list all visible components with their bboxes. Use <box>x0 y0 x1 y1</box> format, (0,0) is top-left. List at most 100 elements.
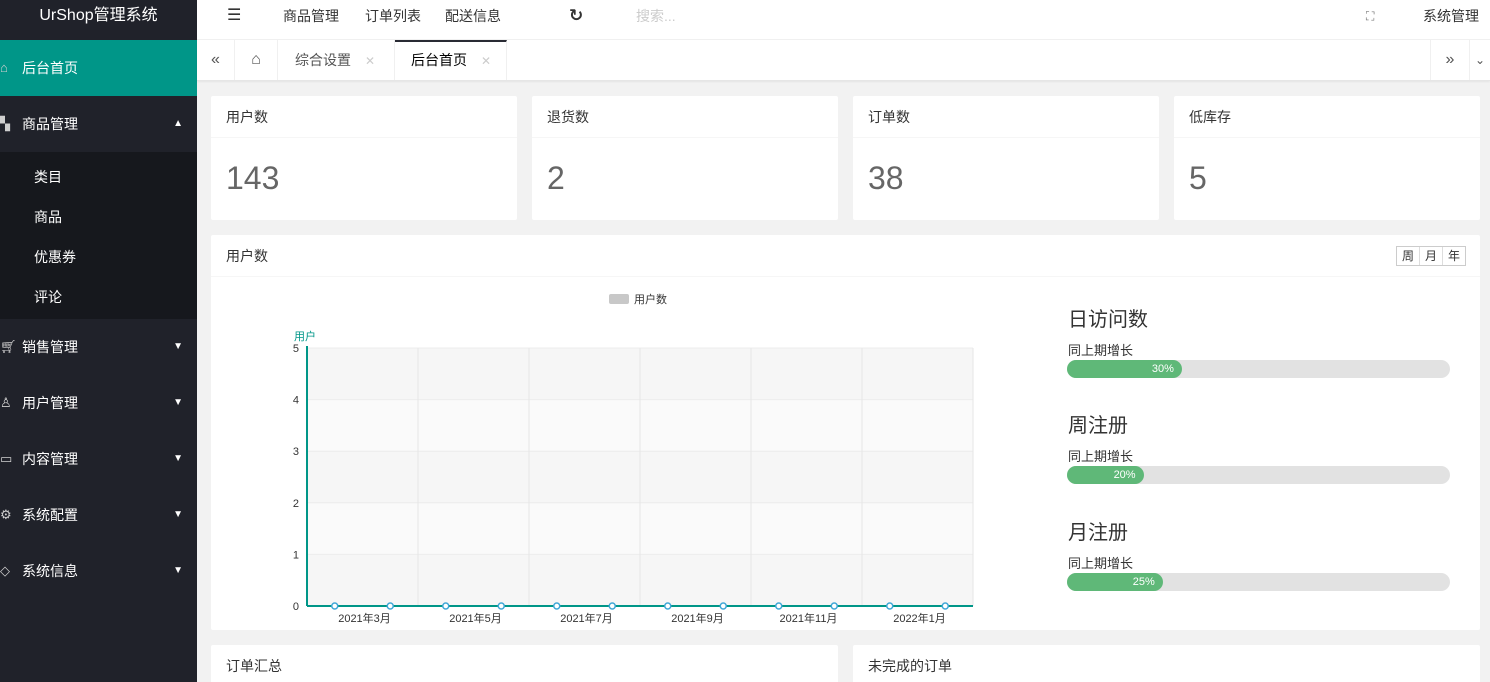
gear-icon: ⚙ <box>0 507 12 522</box>
cart-icon: 🛒︎ <box>0 339 17 354</box>
fullscreen-icon[interactable]: ⛶ <box>1366 0 1374 32</box>
sidebar-item-users[interactable]: ♙ 用户管理 ▼ <box>0 375 197 431</box>
period-week-button[interactable]: 周 <box>1397 247 1420 265</box>
progress-fill: 30% <box>1067 360 1182 378</box>
period-month-button[interactable]: 月 <box>1420 247 1443 265</box>
sidebar-item-sysinfo[interactable]: ◇ 系统信息 ▼ <box>0 543 197 599</box>
search-input[interactable]: 搜索... <box>636 0 676 32</box>
stat-card-returns: 退货数 2 <box>532 96 838 220</box>
sidebar-subitem-category[interactable]: 类目 <box>0 157 197 197</box>
x-tick-label: 2021年9月 <box>671 611 724 625</box>
metric-sub: 同上期增长 <box>1068 343 1134 358</box>
y-tick-label: 1 <box>293 549 299 561</box>
data-point <box>941 602 949 610</box>
chevron-down-icon: ▼ <box>173 341 183 352</box>
panel-title: 订单汇总 <box>211 645 838 682</box>
stat-value: 5 <box>1189 160 1207 196</box>
stat-value: 143 <box>226 160 280 196</box>
data-point <box>719 602 727 610</box>
progress-bar: 30% <box>1067 360 1450 378</box>
y-axis-label: 用户 <box>294 329 316 343</box>
x-tick-label: 2022年1月 <box>893 611 946 625</box>
top-header: ☰ 商品管理 订单列表 配送信息 ↻ 搜索... ⛶ 系统管理员 <box>197 0 1490 56</box>
data-point <box>608 602 616 610</box>
legend-label: 用户数 <box>634 292 667 306</box>
chevron-down-icon: ▼ <box>173 565 183 576</box>
y-tick-label: 2 <box>293 498 299 510</box>
tabs-more-icon[interactable]: ⌄ <box>1470 40 1490 80</box>
stat-value: 38 <box>868 160 904 196</box>
sidebar-item-sales[interactable]: 🛒︎ 销售管理 ▼ <box>0 319 197 375</box>
refresh-icon[interactable]: ↻ <box>569 0 583 32</box>
sidebar-item-label: 商品管理 <box>22 116 78 132</box>
submenu-products: 类目 商品 优惠券 评论 <box>0 152 197 319</box>
metric-title: 日访问数 <box>1068 309 1148 331</box>
sidebar-subitem-coupons[interactable]: 优惠券 <box>0 237 197 277</box>
pending-orders-panel: 未完成的订单 <box>853 645 1480 682</box>
header-nav-orders[interactable]: 订单列表 <box>365 0 421 32</box>
data-point <box>553 602 561 610</box>
metric-sub: 同上期增长 <box>1068 449 1134 464</box>
metric-sub: 同上期增长 <box>1068 556 1134 571</box>
orders-summary-panel: 订单汇总 <box>211 645 838 682</box>
sidebar-item-label: 销售管理 <box>22 339 78 355</box>
sidebar-subitem-goods[interactable]: 商品 <box>0 197 197 237</box>
stat-card-orders: 订单数 38 <box>853 96 1159 220</box>
progress-bar: 20% <box>1067 466 1450 484</box>
data-point <box>386 602 394 610</box>
x-tick-label: 2021年3月 <box>338 611 391 625</box>
x-tick-label: 2021年7月 <box>560 611 613 625</box>
data-point <box>442 602 450 610</box>
user-icon: ♙ <box>0 395 12 410</box>
legend-swatch <box>609 294 629 304</box>
close-icon[interactable]: ✕ <box>365 54 375 68</box>
stat-card-users: 用户数 143 <box>211 96 517 220</box>
progress-fill: 20% <box>1067 466 1144 484</box>
sidebar-item-label: 系统配置 <box>22 507 78 523</box>
sidebar-item-label: 系统信息 <box>22 563 78 579</box>
sidebar-subitem-reviews[interactable]: 评论 <box>0 277 197 317</box>
user-chart-panel: 用户数 周 月 年 用户数 用户 0 1 2 3 4 5 2021年3月 2021年5月 202… <box>211 235 1480 630</box>
y-tick-label: 0 <box>293 601 299 613</box>
menu-toggle-icon[interactable]: ☰ <box>227 0 241 32</box>
tab-label: 后台首页 <box>411 52 467 68</box>
tabs-prev-icon[interactable]: « <box>197 40 235 80</box>
y-tick-label: 5 <box>293 343 299 355</box>
home-icon: ⌂ <box>0 60 8 75</box>
chevron-down-icon: ▼ <box>173 397 183 408</box>
stat-title: 退货数 <box>532 96 838 138</box>
chevron-down-icon: ▼ <box>173 453 183 464</box>
grid-icon: ▚ <box>0 116 10 131</box>
sidebar-item-config[interactable]: ⚙ 系统配置 ▼ <box>0 487 197 543</box>
data-point <box>775 602 783 610</box>
tabs-home-icon[interactable]: ⌂ <box>235 40 278 80</box>
sidebar: UrShop管理系统 ⌂ 后台首页 ▚ 商品管理 ▲ 类目 商品 优惠券 评论 … <box>0 0 197 682</box>
stat-value: 2 <box>547 160 565 196</box>
stat-title: 订单数 <box>853 96 1159 138</box>
tag-icon: ◇ <box>0 563 10 578</box>
header-nav-products[interactable]: 商品管理 <box>283 0 339 32</box>
tab-dashboard[interactable]: 后台首页 ✕ <box>395 40 507 80</box>
panel-title: 未完成的订单 <box>853 645 1480 682</box>
sidebar-item-content[interactable]: ▭ 内容管理 ▼ <box>0 431 197 487</box>
data-point <box>830 602 838 610</box>
x-tick-label: 2021年11月 <box>780 611 838 625</box>
tab-label: 综合设置 <box>295 52 351 68</box>
page-tabs: « ⌂ 综合设置 ✕ 后台首页 ✕ » ⌄ <box>197 40 1490 81</box>
y-tick-label: 4 <box>293 395 299 407</box>
tabs-next-icon[interactable]: » <box>1430 40 1470 80</box>
chevron-down-icon: ▼ <box>173 509 183 520</box>
tab-settings[interactable]: 综合设置 ✕ <box>279 40 395 80</box>
period-year-button[interactable]: 年 <box>1443 247 1465 265</box>
chevron-up-icon: ▲ <box>173 118 183 129</box>
app-logo: UrShop管理系统 <box>0 0 197 40</box>
sidebar-item-dashboard[interactable]: ⌂ 后台首页 <box>0 40 197 96</box>
user-menu[interactable]: 系统管理员 <box>1423 0 1490 56</box>
close-icon[interactable]: ✕ <box>481 54 491 68</box>
stat-card-low-stock: 低库存 5 <box>1174 96 1480 220</box>
progress-fill: 25% <box>1067 573 1163 591</box>
header-nav-delivery[interactable]: 配送信息 <box>445 0 501 32</box>
x-tick-label: 2021年5月 <box>449 611 502 625</box>
sidebar-item-products[interactable]: ▚ 商品管理 ▲ <box>0 96 197 152</box>
sidebar-item-label: 后台首页 <box>22 60 78 76</box>
